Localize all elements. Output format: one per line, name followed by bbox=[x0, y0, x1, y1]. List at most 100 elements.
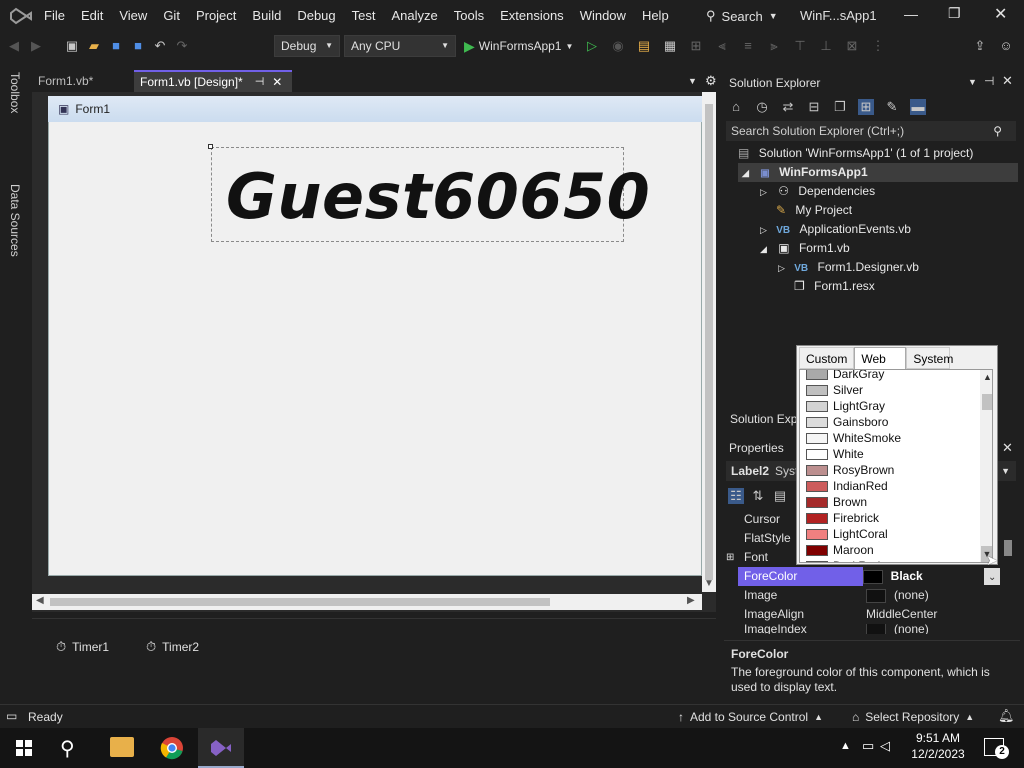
color-item[interactable]: White bbox=[800, 446, 980, 462]
color-item[interactable]: WhiteSmoke bbox=[800, 430, 980, 446]
tab-overflow-icon[interactable]: ▼ bbox=[688, 76, 697, 86]
scroll-thumb[interactable] bbox=[50, 598, 550, 606]
network-icon[interactable]: ▭ bbox=[862, 738, 874, 754]
spacing-icon[interactable]: ⋮ bbox=[870, 38, 886, 54]
scroll-down-icon[interactable]: ▼ bbox=[704, 578, 714, 589]
copy-icon[interactable]: ❐ bbox=[832, 99, 848, 115]
categorized-icon[interactable]: ☷ bbox=[728, 488, 744, 504]
file-explorer-icon[interactable] bbox=[110, 737, 134, 757]
close-panel-icon[interactable]: ✕ bbox=[1002, 440, 1013, 456]
solution-explorer-bottom-tab[interactable]: Solution Exp bbox=[730, 412, 797, 426]
visual-studio-logo-icon[interactable] bbox=[10, 7, 32, 25]
color-item[interactable]: Gainsboro bbox=[800, 414, 980, 430]
property-row-image[interactable]: Image (none) bbox=[738, 586, 1000, 605]
menu-view[interactable]: View bbox=[111, 0, 155, 32]
search-button[interactable]: ⚲ Search ▼ bbox=[706, 0, 778, 32]
wrench-icon[interactable]: ✎ bbox=[884, 99, 900, 115]
open-folder-icon[interactable]: ▰ bbox=[86, 38, 102, 54]
tab-form1-design[interactable]: Form1.vb [Design]* ⊣ ✕ bbox=[134, 70, 292, 92]
visual-studio-taskbar-button[interactable] bbox=[198, 728, 244, 768]
tree-item-form1-designer[interactable]: ▷ VB Form1.Designer.vb bbox=[738, 258, 1018, 277]
tree-item-dependencies[interactable]: ▷ ⚇ Dependencies bbox=[738, 182, 1018, 201]
forward-icon[interactable]: ▶ bbox=[28, 38, 44, 54]
platform-dropdown[interactable]: Any CPU ▼ bbox=[344, 35, 456, 57]
label2-text[interactable]: Guest60650 bbox=[226, 160, 650, 233]
property-grid-scrollbar[interactable] bbox=[1004, 540, 1012, 630]
menu-file[interactable]: File bbox=[36, 0, 73, 32]
dropdown-arrow-icon[interactable]: ⌄ bbox=[984, 568, 1001, 585]
color-item[interactable]: IndianRed bbox=[800, 478, 980, 494]
pin-icon[interactable]: ⊣ bbox=[984, 74, 994, 88]
save-all-icon[interactable]: ■ bbox=[130, 38, 146, 54]
align-center-icon[interactable]: ≡ bbox=[740, 38, 756, 54]
property-row-imageindex[interactable]: ImageIndex (none) bbox=[738, 624, 1000, 634]
tree-item-form1[interactable]: ◢ ▣ Form1.vb bbox=[738, 239, 1018, 258]
close-panel-icon[interactable]: ✕ bbox=[1002, 73, 1013, 89]
filter-icon[interactable]: ⊞ bbox=[858, 99, 874, 115]
windows-start-icon[interactable] bbox=[16, 740, 32, 756]
color-item[interactable]: RosyBrown bbox=[800, 462, 980, 478]
property-row-forecolor[interactable]: ForeColor Black ⌄ bbox=[738, 567, 1001, 586]
menu-test[interactable]: Test bbox=[344, 0, 384, 32]
menu-project[interactable]: Project bbox=[188, 0, 244, 32]
color-item[interactable]: Firebrick bbox=[800, 510, 980, 526]
align-right-icon[interactable]: ⫸ bbox=[766, 38, 782, 54]
color-item[interactable]: LightGray bbox=[800, 398, 980, 414]
designer-horizontal-scrollbar[interactable]: ◀ ▶ bbox=[32, 594, 702, 610]
notifications-bell-icon[interactable]: 🔔︎ bbox=[998, 708, 1015, 724]
sync-icon[interactable]: ⇄ bbox=[780, 99, 796, 115]
new-project-icon[interactable]: ▣ bbox=[64, 38, 80, 54]
color-item[interactable]: LightCoral bbox=[800, 526, 980, 542]
notification-center-icon[interactable]: 2 bbox=[984, 738, 1009, 759]
taskbar-search-icon[interactable]: ⚲ bbox=[60, 736, 75, 761]
layout-icon[interactable]: ▦ bbox=[662, 38, 678, 54]
color-item[interactable]: DarkRed bbox=[800, 558, 980, 562]
pin-icon[interactable]: ⊣ bbox=[255, 71, 265, 93]
menu-window[interactable]: Window bbox=[572, 0, 634, 32]
chrome-icon[interactable] bbox=[160, 736, 184, 760]
tree-item-my-project[interactable]: ✎ My Project bbox=[738, 201, 1018, 220]
align-icon[interactable]: ⊞ bbox=[688, 38, 704, 54]
align-top-icon[interactable]: ⊤ bbox=[792, 38, 808, 54]
close-tab-icon[interactable]: ✕ bbox=[272, 71, 282, 93]
color-item[interactable]: Silver bbox=[800, 382, 980, 398]
hot-reload-icon[interactable]: ◉ bbox=[610, 38, 626, 54]
align-left-icon[interactable]: ⫷ bbox=[714, 38, 730, 54]
tree-item-application-events[interactable]: ▷ VB ApplicationEvents.vb bbox=[738, 220, 1018, 239]
tab-system[interactable]: System bbox=[906, 347, 953, 369]
color-item[interactable]: Brown bbox=[800, 494, 980, 510]
tab-web[interactable]: Web bbox=[854, 347, 907, 369]
data-sources-tab[interactable]: Data Sources bbox=[8, 184, 22, 257]
history-icon[interactable]: ◷ bbox=[754, 99, 770, 115]
home-icon[interactable]: ⌂ bbox=[728, 99, 744, 115]
preview-icon[interactable]: ▬ bbox=[910, 99, 926, 115]
volume-icon[interactable]: ◁ bbox=[880, 738, 890, 754]
solution-search-input[interactable]: Search Solution Explorer (Ctrl+;) ⚲ bbox=[726, 121, 1016, 141]
toolbox-tab[interactable]: Toolbox bbox=[8, 72, 22, 113]
share-icon[interactable]: ⇪ bbox=[972, 38, 988, 54]
tab-custom[interactable]: Custom bbox=[799, 347, 855, 369]
tree-solution[interactable]: ▤ Solution 'WinFormsApp1' (1 of 1 projec… bbox=[738, 144, 1018, 163]
color-item[interactable]: DarkGray bbox=[800, 370, 980, 382]
properties-view-icon[interactable]: ▤ bbox=[772, 488, 788, 504]
start-debug-button[interactable]: ▶ WinFormsApp1 ▼ bbox=[464, 36, 573, 56]
select-repository-button[interactable]: ⌂ Select Repository ▲ bbox=[852, 707, 974, 727]
feedback-icon[interactable]: ☺ bbox=[998, 38, 1014, 54]
scroll-left-icon[interactable]: ◀ bbox=[36, 595, 44, 606]
settings-gear-icon[interactable]: ⚙ bbox=[705, 73, 717, 89]
config-dropdown[interactable]: Debug ▼ bbox=[274, 35, 340, 57]
collapse-icon[interactable]: ⊟ bbox=[806, 99, 822, 115]
scroll-up-icon[interactable]: ▲ bbox=[983, 372, 992, 382]
folder-icon[interactable]: ▤ bbox=[636, 38, 652, 54]
align-middle-icon[interactable]: ⊥ bbox=[818, 38, 834, 54]
tree-project[interactable]: ◢ ▣ WinFormsApp1 bbox=[738, 163, 1018, 182]
restore-icon[interactable]: ❐ bbox=[948, 5, 961, 22]
resize-handle[interactable] bbox=[208, 144, 213, 149]
menu-debug[interactable]: Debug bbox=[289, 0, 343, 32]
color-item[interactable]: Maroon bbox=[800, 542, 980, 558]
designer-vertical-scrollbar[interactable] bbox=[702, 92, 716, 592]
tab-form1-vb[interactable]: Form1.vb* bbox=[32, 70, 134, 92]
scroll-right-icon[interactable]: ▶ bbox=[687, 595, 695, 606]
clock[interactable]: 9:51 AM 12/2/2023 bbox=[908, 731, 968, 761]
menu-git[interactable]: Git bbox=[155, 0, 188, 32]
